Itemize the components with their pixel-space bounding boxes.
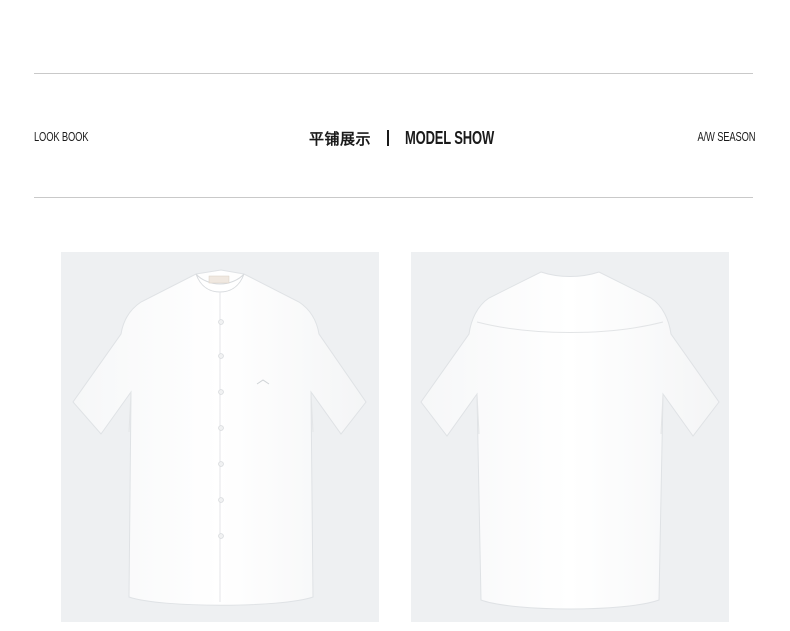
title-separator <box>387 130 390 146</box>
look-book-label: LOOK BOOK <box>34 129 89 144</box>
bottom-divider <box>34 197 753 198</box>
season-label: A/W SEASON <box>697 129 755 144</box>
section-title-en: MODEL SHOW <box>405 127 495 148</box>
shirt-back-image <box>411 252 729 622</box>
shirt-front-image <box>61 252 379 622</box>
section-title-cn: 平铺展示 <box>309 129 372 148</box>
section-header: LOOK BOOK 平铺展示 MODEL SHOW A/W SEASON <box>34 124 755 152</box>
top-divider <box>34 73 753 74</box>
section-title: 平铺展示 MODEL SHOW <box>309 124 495 152</box>
